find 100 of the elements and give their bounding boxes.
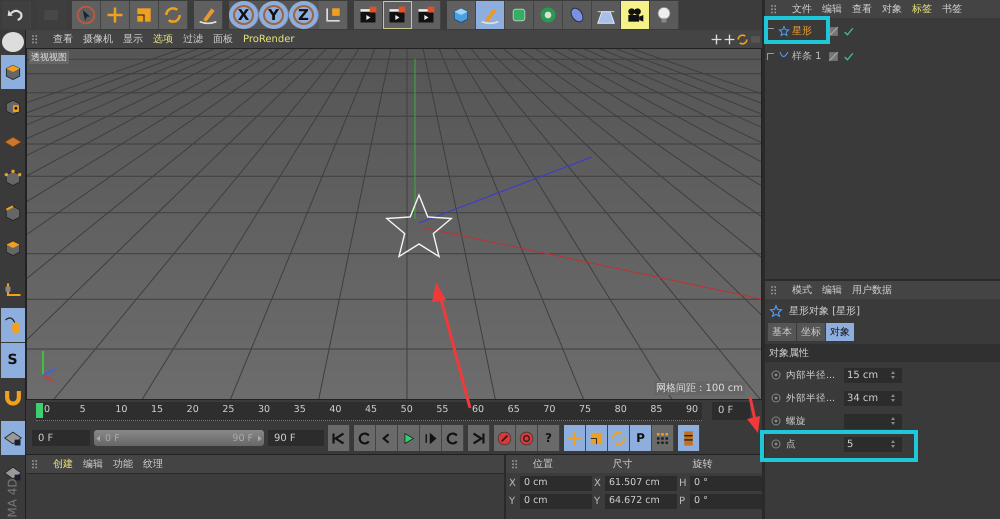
axis-lock-button[interactable]: X [229, 1, 259, 29]
menu-item[interactable]: 文件 [792, 2, 812, 16]
previous-key-button[interactable] [354, 425, 376, 451]
undo-button[interactable] [2, 1, 31, 29]
menu-item[interactable]: 标签 [912, 2, 932, 16]
capsule-button[interactable] [563, 1, 592, 29]
camera-button[interactable] [621, 1, 650, 29]
next-frame-button[interactable] [420, 425, 442, 451]
parameter-key-button[interactable]: P [630, 425, 652, 451]
coordinate-field[interactable]: 64.672 cm [605, 494, 677, 509]
number-field[interactable] [844, 414, 902, 428]
go-to-start-button[interactable] [328, 425, 350, 451]
light-bulb-button[interactable] [650, 1, 679, 29]
number-field[interactable]: 34 cm [844, 390, 902, 406]
play-button[interactable] [398, 425, 420, 451]
frame-tick-label: 15 [151, 404, 164, 414]
view-name: 透视视图 [29, 51, 69, 64]
coordinate-field[interactable]: 0 cm [520, 494, 592, 509]
menu-item[interactable]: 书签 [942, 2, 962, 16]
move-cross-button[interactable] [101, 1, 130, 29]
floor-grid-button[interactable] [592, 1, 621, 29]
auto-key-icon [518, 430, 535, 446]
tab[interactable]: 坐标 [797, 323, 825, 341]
clapboard-button[interactable] [354, 1, 383, 29]
menu-item[interactable]: 面板 [213, 32, 233, 46]
playhead-marker[interactable] [36, 402, 43, 418]
menu-item[interactable]: 模式 [792, 283, 812, 297]
clapboard-button[interactable] [412, 1, 441, 29]
coordinate-field[interactable]: 0 ° [690, 494, 762, 509]
locked-grid-button[interactable] [0, 420, 24, 455]
field-label: 内部半径... [786, 368, 836, 382]
3d-viewport[interactable]: 透视视图 网格间距 : 100 cm [26, 48, 762, 400]
mouse-button[interactable] [0, 308, 24, 342]
frame-tick-label: 85 [650, 404, 662, 414]
flower-button[interactable] [534, 1, 563, 29]
clapboard-icon [358, 5, 378, 25]
snap-button[interactable]: S [0, 343, 24, 378]
start-frame-field[interactable]: 0 F [32, 430, 90, 446]
menu-item[interactable]: 查看 [852, 2, 872, 16]
menu-item[interactable]: 创建 [53, 457, 73, 471]
cube-button[interactable] [0, 55, 24, 90]
menu-item[interactable]: 功能 [113, 457, 133, 471]
scale-box-button[interactable] [130, 1, 159, 29]
next-key-button[interactable] [442, 425, 464, 451]
object-tree-item[interactable]: 样条 1 [765, 48, 825, 64]
axis-lock-button[interactable]: Y [259, 1, 289, 29]
radio-dot-icon [770, 438, 782, 450]
frame-tick-label: 20 [186, 404, 199, 414]
cube-button[interactable] [447, 1, 476, 29]
tab[interactable]: 对象 [826, 323, 854, 341]
coordinate-field[interactable]: 0 ° [690, 476, 762, 491]
menu-item[interactable]: 摄像机 [83, 32, 113, 46]
coordinate-field[interactable]: 0 cm [520, 476, 592, 491]
menu-item[interactable]: 查看 [53, 32, 73, 46]
menu-item[interactable]: 对象 [882, 2, 902, 16]
move-key-icon [566, 430, 583, 446]
selection-cursor-button[interactable] [72, 1, 101, 29]
tab[interactable]: 基本 [768, 323, 796, 341]
menu-item[interactable]: 用户数据 [852, 283, 892, 297]
axis-lock-button[interactable]: Z [289, 1, 319, 29]
pen-button[interactable] [476, 1, 505, 29]
frame-tick-label: 40 [329, 404, 342, 414]
auto-key-button[interactable] [516, 425, 538, 451]
star-shape[interactable] [384, 193, 454, 258]
scale-key-button[interactable] [586, 425, 608, 451]
radio-dot-icon [770, 369, 782, 381]
menu-item[interactable]: 编辑 [822, 283, 842, 297]
move-key-button[interactable] [564, 425, 586, 451]
rotate-arrows-button[interactable] [159, 1, 188, 29]
current-frame-field[interactable]: 0 F [712, 402, 750, 420]
menu-item[interactable]: 显示 [123, 32, 143, 46]
timeline-ruler[interactable]: 0 5 10 15 20 25 30 35 40 45 50 55 60 65 70 75 80 85 90 [36, 402, 702, 420]
point-level-button[interactable] [652, 425, 674, 451]
record-key-button[interactable] [494, 425, 516, 451]
move-cross-icon [105, 5, 125, 25]
menu-item[interactable]: 过滤 [183, 32, 203, 46]
previous-frame-button[interactable] [376, 425, 398, 451]
gem-button[interactable] [505, 1, 534, 29]
coordinate-axes-button[interactable] [319, 1, 348, 29]
timeline-button[interactable] [678, 425, 700, 451]
menu-item[interactable]: 纹理 [143, 457, 163, 471]
number-field[interactable]: 5 [844, 436, 902, 452]
menu-item[interactable]: 选项 [153, 32, 173, 46]
flower-icon [538, 5, 558, 25]
axis-label: P [679, 496, 686, 507]
rotate-key-button[interactable] [608, 425, 630, 451]
move-cross-icon [710, 32, 723, 46]
end-frame-field[interactable]: 90 F [268, 430, 324, 446]
go-to-end-button[interactable] [468, 425, 490, 451]
menu-item[interactable]: ProRender [243, 34, 294, 44]
clapboard-button[interactable] [383, 1, 412, 29]
menu-item[interactable]: 编辑 [83, 457, 103, 471]
object-tree-item[interactable]: 星形 [765, 23, 825, 39]
frame-tick-label: 25 [222, 404, 234, 414]
number-field[interactable]: 15 cm [844, 368, 902, 382]
pen-button[interactable] [194, 1, 223, 29]
layer-icon [827, 50, 840, 62]
coordinate-field[interactable]: 61.507 cm [605, 476, 677, 491]
section-header: 对象属性 [765, 344, 1000, 362]
menu-item[interactable]: 编辑 [822, 2, 842, 16]
